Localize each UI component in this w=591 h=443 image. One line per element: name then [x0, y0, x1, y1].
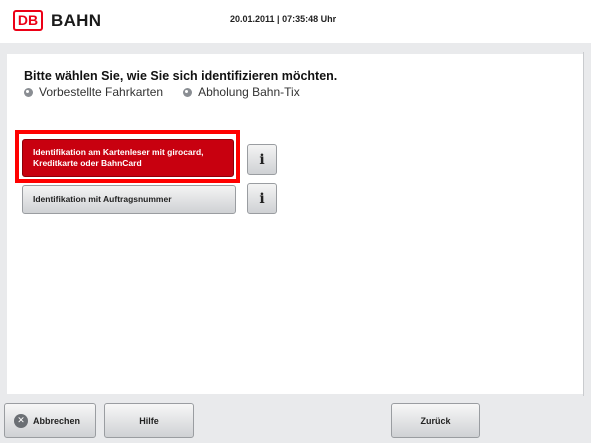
info-button-order-number[interactable]: i	[247, 183, 277, 214]
breadcrumb: Vorbestellte Fahrkarten Abholung Bahn-Ti…	[24, 85, 300, 99]
step-item: Abholung Bahn-Tix	[183, 85, 300, 99]
bullet-icon	[183, 87, 193, 97]
order-number-identification-button[interactable]: Identifikation mit Auftragsnummer	[22, 185, 236, 214]
info-icon: i	[259, 151, 265, 168]
date-time: 20.01.2011 | 07:35:48 Uhr	[230, 14, 337, 24]
panel-edge	[583, 52, 584, 396]
step-label: Vorbestellte Fahrkarten	[39, 85, 164, 99]
close-icon: ✕	[14, 413, 28, 428]
cancel-label: Abbrechen	[33, 415, 81, 426]
cancel-button[interactable]: ✕ Abbrechen	[4, 403, 96, 438]
info-icon: i	[259, 190, 265, 207]
step-item: Vorbestellte Fahrkarten	[24, 85, 163, 99]
step-label: Abholung Bahn-Tix	[198, 85, 300, 99]
info-button-card-reader[interactable]: i	[247, 144, 277, 175]
card-reader-identification-button[interactable]: Identifikation am Kartenleser mit giroca…	[22, 139, 234, 177]
bullet-icon	[24, 87, 33, 97]
main-panel	[7, 54, 583, 394]
help-label: Hilfe	[139, 415, 159, 426]
brand-name: BAHN	[51, 11, 102, 30]
order-number-identification-label: Identifikation mit Auftragsnummer	[33, 194, 172, 204]
help-button[interactable]: Hilfe	[104, 403, 194, 438]
db-logo: DB	[13, 10, 43, 31]
page-title: Bitte wählen Sie, wie Sie sich identifiz…	[24, 69, 338, 83]
top-bar: DB BAHN 20.01.2011 | 07:35:48 Uhr	[0, 0, 591, 43]
back-label: Zurück	[420, 415, 451, 426]
card-reader-identification-label: Identifikation am Kartenleser mit giroca…	[33, 147, 204, 168]
back-button[interactable]: Zurück	[391, 403, 480, 438]
